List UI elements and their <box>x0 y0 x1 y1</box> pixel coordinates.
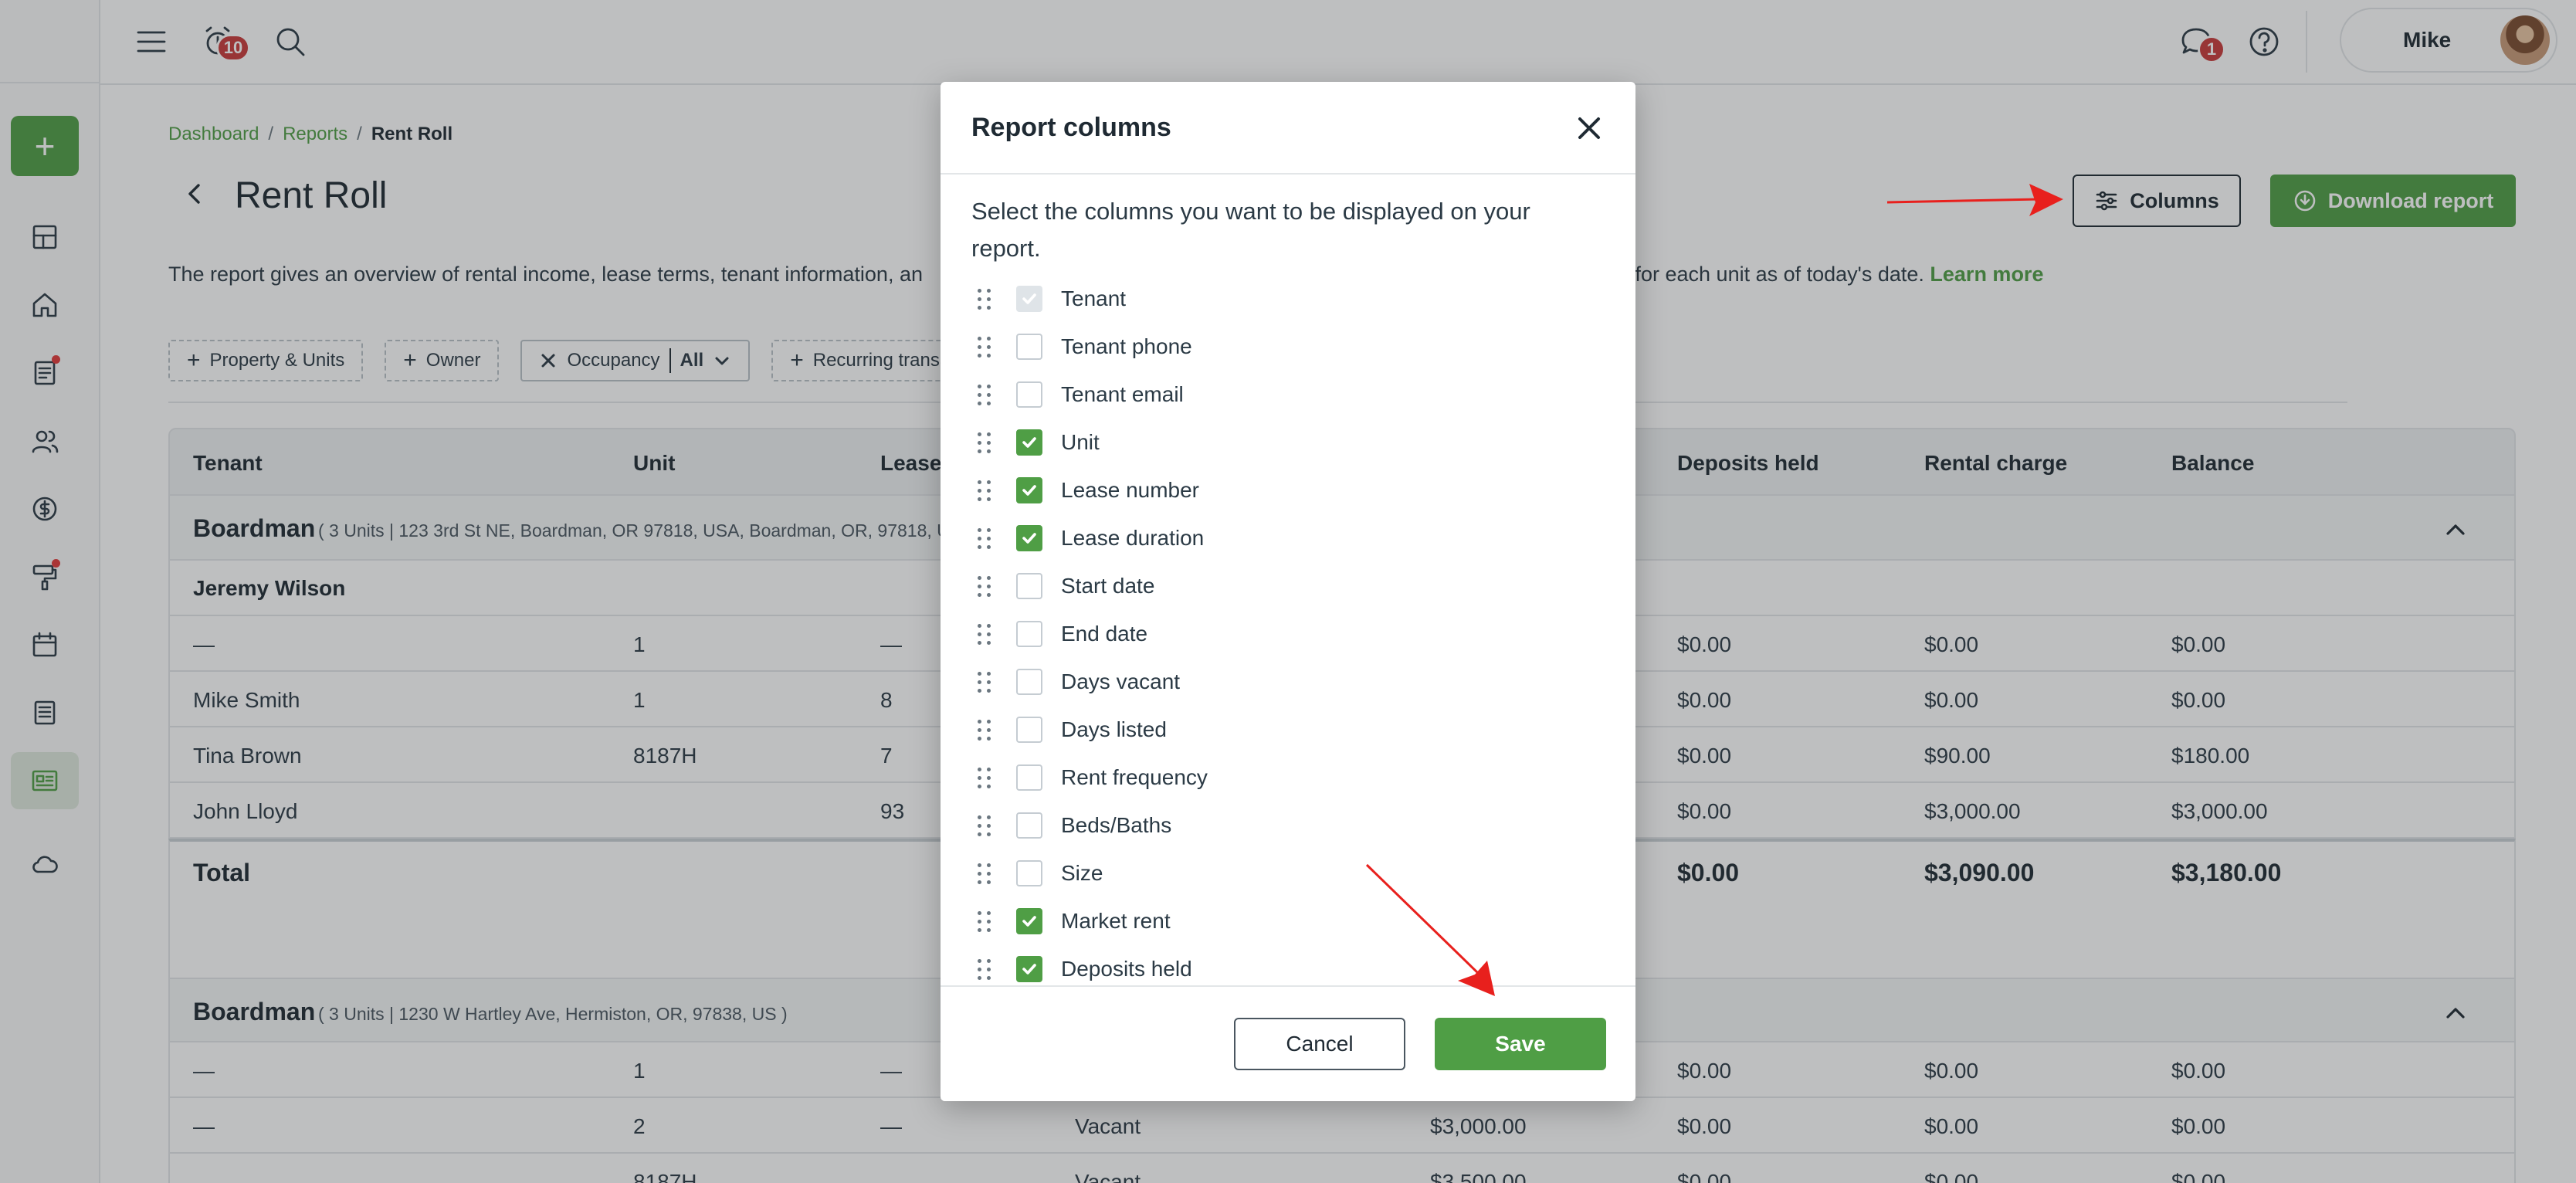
column-option-label: Unit <box>1061 430 1100 454</box>
close-icon <box>1578 117 1600 139</box>
column-checkbox[interactable] <box>1016 669 1042 695</box>
column-option[interactable]: Rent frequency <box>971 754 1605 802</box>
column-option[interactable]: Tenant phone <box>971 323 1605 371</box>
column-option[interactable]: Size <box>971 849 1605 897</box>
modal-header: Report columns <box>941 82 1635 175</box>
drag-handle-icon[interactable] <box>978 527 993 550</box>
column-option-label: Rent frequency <box>1061 765 1208 789</box>
column-checkbox[interactable] <box>1016 429 1042 456</box>
drag-handle-icon[interactable] <box>978 718 993 741</box>
report-columns-modal: Report columns Select the columns you wa… <box>941 82 1635 1101</box>
checkmark-icon <box>1022 485 1036 496</box>
column-checkbox[interactable] <box>1016 717 1042 743</box>
column-option-label: Days vacant <box>1061 669 1181 693</box>
column-list: Tenant Tenant phone Tenant email Unit Lease … <box>971 275 1605 1078</box>
drag-handle-icon[interactable] <box>978 287 993 310</box>
column-option[interactable]: Days listed <box>971 706 1605 754</box>
checkmark-icon <box>1022 964 1036 975</box>
column-option[interactable]: Lease number <box>971 466 1605 514</box>
column-checkbox[interactable] <box>1016 525 1042 551</box>
drag-handle-icon[interactable] <box>978 814 993 837</box>
checkmark-icon <box>1022 533 1036 544</box>
column-checkbox[interactable] <box>1016 477 1042 503</box>
drag-handle-icon[interactable] <box>978 335 993 358</box>
save-button[interactable]: Save <box>1435 1018 1606 1070</box>
column-option-label: Days listed <box>1061 717 1167 741</box>
column-option-label: Lease duration <box>1061 526 1205 550</box>
column-option[interactable]: Unit <box>971 419 1605 466</box>
checkmark-icon <box>1022 293 1036 304</box>
column-checkbox[interactable] <box>1016 908 1042 934</box>
column-option[interactable]: Beds/Baths <box>971 802 1605 849</box>
drag-handle-icon[interactable] <box>978 670 993 693</box>
column-option[interactable]: Days vacant <box>971 658 1605 706</box>
column-checkbox[interactable] <box>1016 860 1042 886</box>
column-option-label: Lease number <box>1061 478 1200 502</box>
column-option[interactable]: Start date <box>971 562 1605 610</box>
column-option-label: Tenant <box>1061 286 1127 310</box>
column-option-label: Tenant email <box>1061 382 1184 406</box>
drag-handle-icon[interactable] <box>978 431 993 454</box>
column-option[interactable]: Market rent <box>971 897 1605 945</box>
column-option[interactable]: Tenant email <box>971 371 1605 419</box>
drag-handle-icon[interactable] <box>978 479 993 502</box>
drag-handle-icon[interactable] <box>978 622 993 646</box>
column-option-label: Beds/Baths <box>1061 813 1172 837</box>
column-checkbox <box>1016 286 1042 312</box>
column-checkbox[interactable] <box>1016 621 1042 647</box>
checkmark-icon <box>1022 437 1036 448</box>
column-option-label: Deposits held <box>1061 957 1192 981</box>
modal-title: Report columns <box>971 113 1171 142</box>
cancel-button[interactable]: Cancel <box>1234 1018 1405 1070</box>
column-option-label: Size <box>1061 861 1103 885</box>
column-checkbox[interactable] <box>1016 956 1042 982</box>
column-option-label: Tenant phone <box>1061 334 1192 358</box>
column-checkbox[interactable] <box>1016 334 1042 360</box>
column-option[interactable]: End date <box>971 610 1605 658</box>
column-checkbox[interactable] <box>1016 812 1042 839</box>
column-checkbox[interactable] <box>1016 573 1042 599</box>
column-checkbox[interactable] <box>1016 764 1042 791</box>
drag-handle-icon[interactable] <box>978 958 993 981</box>
column-option-label: Market rent <box>1061 909 1171 933</box>
modal-close-button[interactable] <box>1571 110 1608 147</box>
modal-footer: Cancel Save <box>941 985 1635 1101</box>
column-option[interactable]: Tenant <box>971 275 1605 323</box>
drag-handle-icon[interactable] <box>978 575 993 598</box>
checkmark-icon <box>1022 916 1036 927</box>
column-checkbox[interactable] <box>1016 381 1042 408</box>
column-option-label: End date <box>1061 622 1148 646</box>
drag-handle-icon[interactable] <box>978 766 993 789</box>
modal-intro-text: Select the columns you want to be displa… <box>971 198 1530 262</box>
drag-handle-icon[interactable] <box>978 862 993 885</box>
column-option-label: Start date <box>1061 574 1155 598</box>
column-option[interactable]: Lease duration <box>971 514 1605 562</box>
drag-handle-icon[interactable] <box>978 383 993 406</box>
drag-handle-icon[interactable] <box>978 910 993 933</box>
